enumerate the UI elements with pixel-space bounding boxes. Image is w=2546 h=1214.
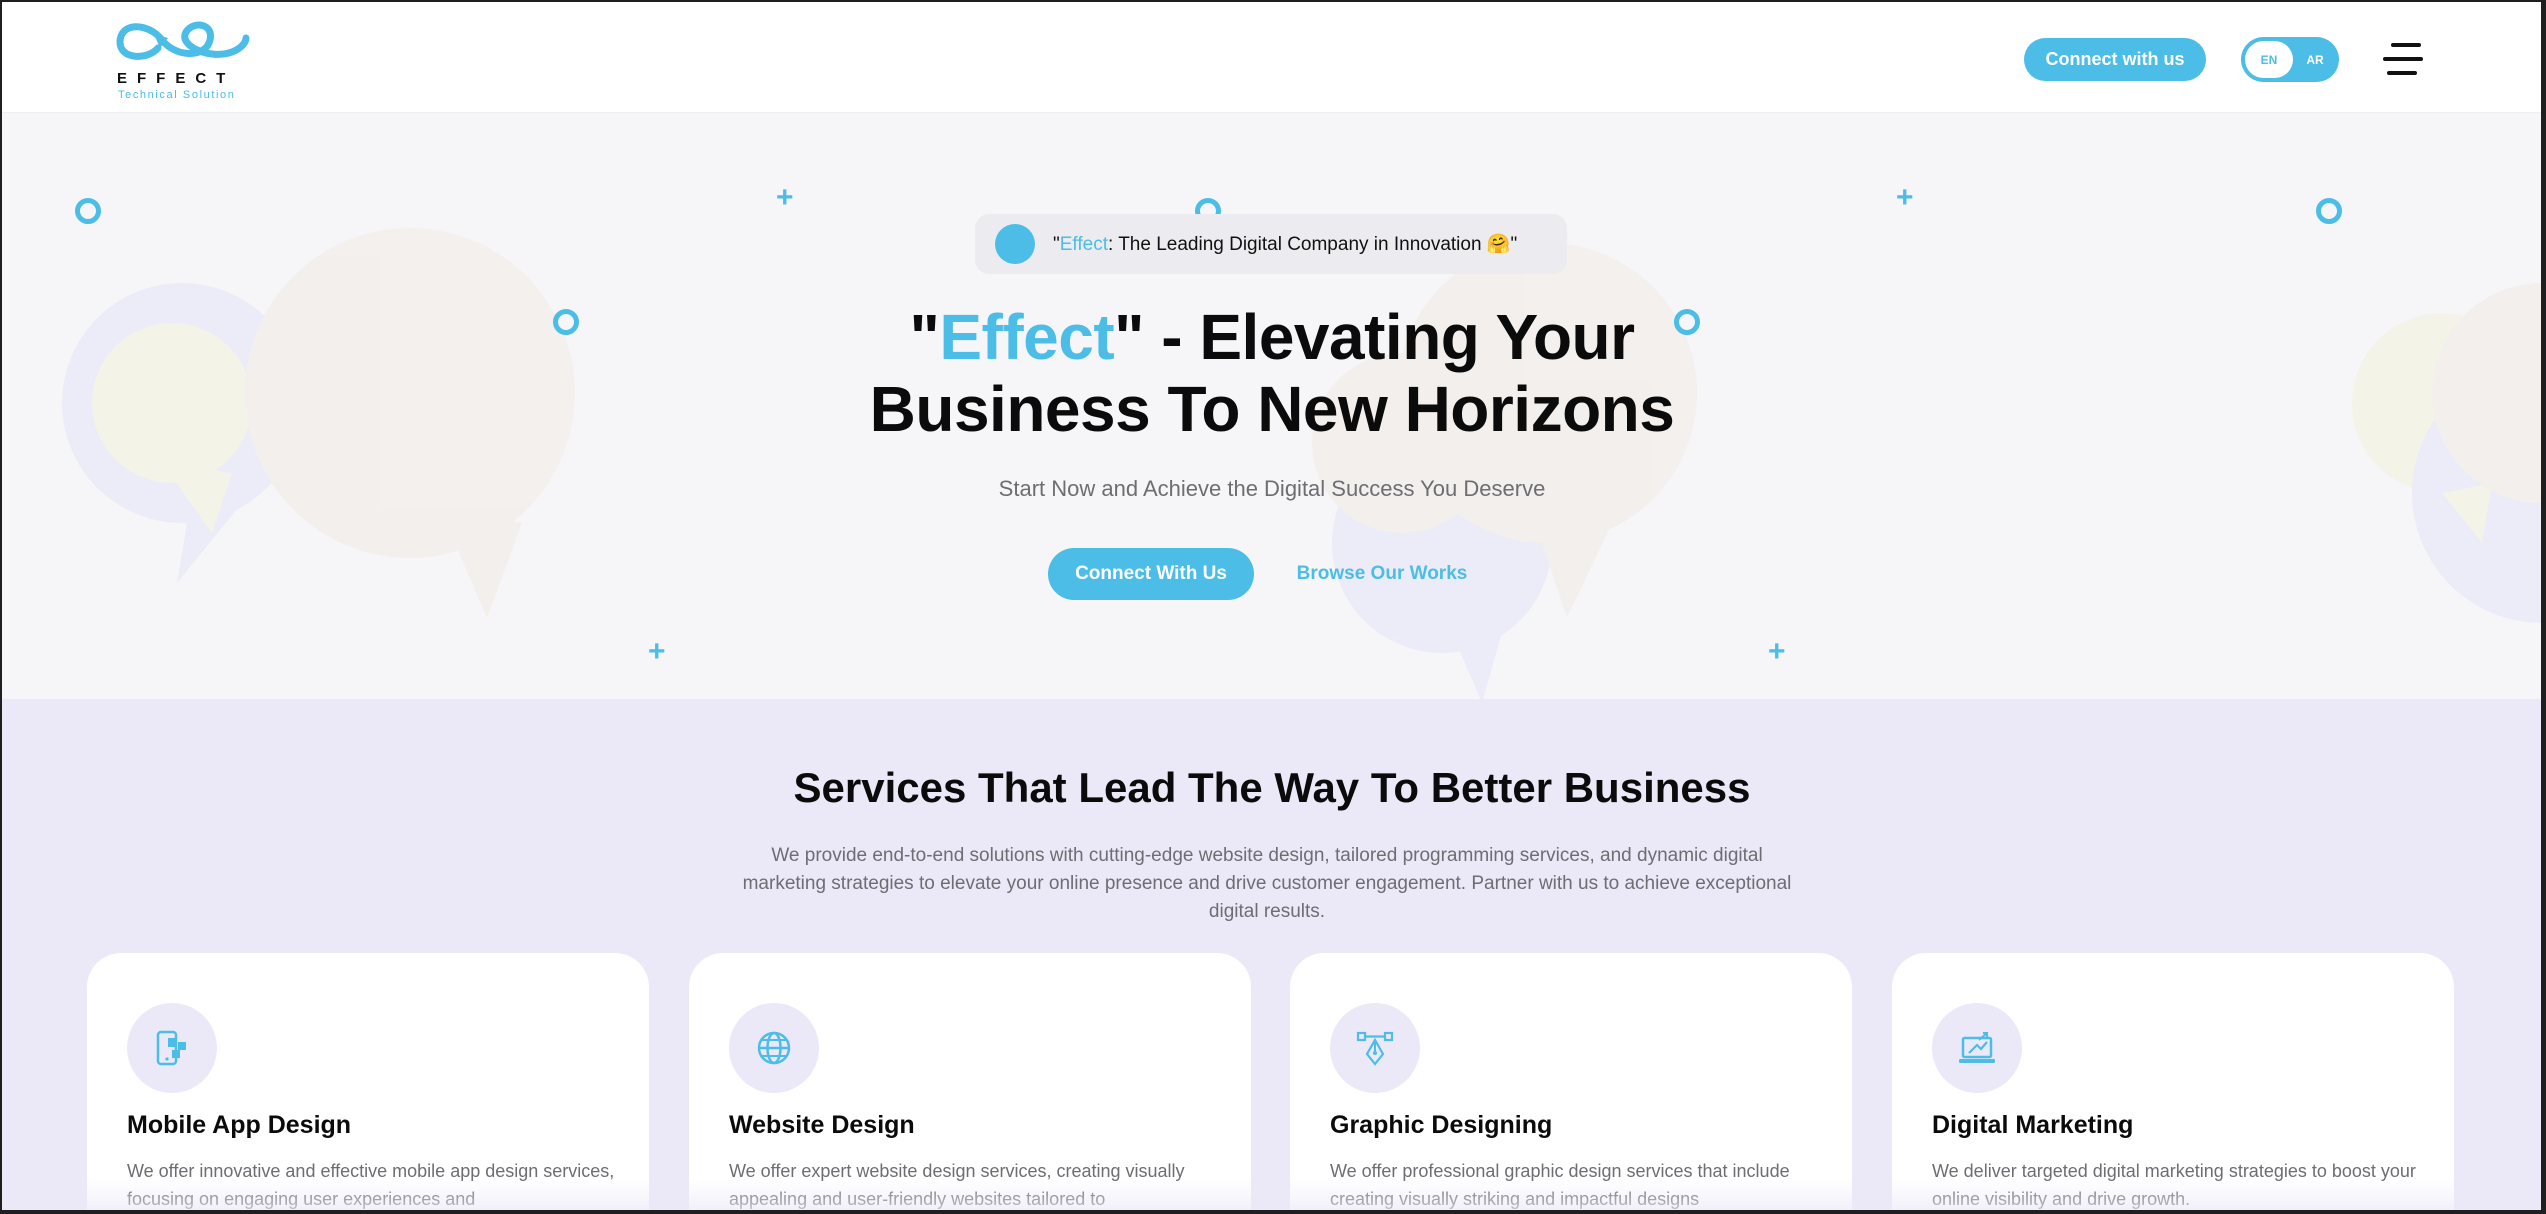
language-toggle[interactable]: EN AR (2241, 37, 2339, 82)
pill-text: "Effect: The Leading Digital Company in … (1053, 234, 1518, 255)
mobile-app-icon (127, 1003, 217, 1093)
decor-plus-icon: + (1896, 181, 1914, 214)
logo-infinity-icon (116, 21, 250, 60)
service-card-description: We deliver targeted digital marketing st… (1932, 1161, 2416, 1209)
pill-brand: Effect (1059, 234, 1108, 255)
service-card-description: We offer expert website design services,… (729, 1161, 1185, 1209)
browse-our-works-link[interactable]: Browse Our Works (1282, 548, 1482, 600)
services-section: Services That Lead The Way To Better Bus… (2, 699, 2541, 1210)
decor-ring-icon (75, 198, 101, 224)
decor-plus-icon: + (776, 181, 794, 214)
services-title: Services That Lead The Way To Better Bus… (793, 764, 1751, 811)
site-logo[interactable]: EFFECT Technical Solution (114, 14, 254, 104)
globe-icon (729, 1003, 819, 1093)
hero-title: "Effect" - Elevating Your Business To Ne… (869, 301, 1675, 445)
service-card-description: We offer professional graphic design ser… (1330, 1161, 1790, 1209)
service-card-title: Website Design (729, 1111, 915, 1139)
service-card-digital-marketing[interactable]: Digital Marketing We deliver targeted di… (1892, 953, 2454, 1210)
connect-with-us-hero-button[interactable]: Connect With Us (1048, 548, 1254, 600)
service-card-description: We offer innovative and effective mobile… (127, 1161, 615, 1209)
pill-dot-icon (995, 224, 1035, 264)
hero-announcement-pill: "Effect: The Leading Digital Company in … (975, 214, 1567, 274)
site-header: EFFECT Technical Solution Connect with u… (2, 2, 2541, 113)
logo-tagline: Technical Solution (118, 89, 236, 101)
decor-plus-icon: + (1768, 635, 1786, 668)
decor-ring-icon (2316, 198, 2342, 224)
service-card-title: Mobile App Design (127, 1111, 352, 1139)
laptop-marketing-icon (1932, 1003, 2022, 1093)
pen-tool-icon (1330, 1003, 1420, 1093)
hero-section: + + + + "Effect: The Leading Digital Com… (2, 113, 2541, 699)
hero-title-brand: Effect (939, 301, 1115, 373)
service-card-title: Digital Marketing (1932, 1111, 2134, 1139)
hero-subtitle: Start Now and Achieve the Digital Succes… (998, 476, 1546, 501)
hamburger-menu-icon[interactable] (2383, 40, 2423, 78)
logo-wordmark: EFFECT (117, 70, 236, 87)
language-en-option[interactable]: EN (2245, 41, 2293, 78)
service-card-title: Graphic Designing (1330, 1111, 1553, 1139)
service-card-website[interactable]: Website Design We offer expert website d… (689, 953, 1251, 1210)
decor-plus-icon: + (648, 635, 666, 668)
services-description: We provide end-to-end solutions with cut… (742, 845, 1792, 922)
connect-with-us-button[interactable]: Connect with us (2024, 38, 2206, 81)
language-ar-option[interactable]: AR (2295, 41, 2335, 78)
browser-viewport: EFFECT Technical Solution Connect with u… (0, 0, 2546, 1214)
service-card-mobile-app[interactable]: Mobile App Design We offer innovative an… (87, 953, 649, 1210)
service-card-graphic[interactable]: Graphic Designing We offer professional … (1290, 953, 1852, 1210)
